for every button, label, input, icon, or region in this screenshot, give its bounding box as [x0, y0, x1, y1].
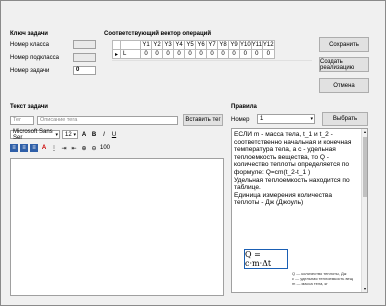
task-text-title: Текст задачи	[10, 104, 48, 110]
scroll-down-icon[interactable]: ▾	[362, 286, 367, 292]
grid-header-8: Y8	[217, 40, 229, 50]
task-key-title: Ключ задачи	[10, 31, 48, 37]
chevron-down-icon: ▾	[55, 132, 58, 138]
rule-text-box[interactable]: ЕСЛИ m - масса тела, t_1 и t_2 - соответ…	[231, 128, 368, 293]
grid-header-2: Y2	[151, 40, 163, 50]
font-name-select[interactable]: Microsoft Sans Ser ▾	[10, 129, 60, 141]
zoom-level: 100	[100, 145, 111, 151]
grid-cell[interactable]: 0	[140, 49, 152, 59]
grid-header-6: Y6	[195, 40, 207, 50]
rule-number-label: Номер	[231, 117, 250, 123]
grid-header-5: Y5	[184, 40, 196, 50]
grid-cell[interactable]: 0	[206, 49, 218, 59]
scroll-thumb[interactable]	[363, 137, 367, 197]
tag-description-input[interactable]: Описание тега	[37, 116, 178, 125]
choose-button[interactable]: Выбрать	[322, 112, 368, 126]
align-right-icon[interactable]: ≡	[30, 144, 38, 152]
subclass-number-field[interactable]	[73, 53, 96, 62]
grid-cell[interactable]: 0	[217, 49, 229, 59]
bullet-list-icon[interactable]: ⋮	[50, 144, 58, 152]
grid-cell[interactable]: 0	[195, 49, 207, 59]
bold-icon[interactable]: B	[90, 131, 98, 139]
align-left-icon[interactable]: ≡	[10, 144, 18, 152]
grid-divider	[112, 60, 312, 61]
grid-cell[interactable]: 0	[173, 49, 185, 59]
zoom-in-icon[interactable]: ⊕	[80, 144, 88, 152]
chevron-down-icon: ▾	[73, 132, 76, 138]
font-color-icon[interactable]: A	[40, 144, 48, 152]
insert-tag-button[interactable]: Вставить тег	[183, 114, 223, 126]
scroll-up-icon[interactable]: ▴	[362, 129, 367, 135]
op-vector-title: Соответствующий вектор операций	[104, 31, 212, 37]
grid-header-12: Y12	[261, 40, 275, 50]
underline-icon[interactable]: U	[110, 131, 118, 139]
save-button[interactable]: Сохранить	[319, 37, 369, 52]
outdent-icon[interactable]: ⇤	[70, 144, 78, 152]
zoom-out-icon[interactable]: ⊖	[90, 144, 98, 152]
grid-cell[interactable]: 0	[184, 49, 196, 59]
grid-header-1: Y1	[140, 40, 152, 50]
grid-cell[interactable]: 0	[250, 49, 263, 59]
indent-icon[interactable]: ⇥	[60, 144, 68, 152]
chevron-down-icon: ▾	[310, 116, 313, 122]
italic-icon[interactable]: I	[100, 131, 108, 139]
grid-header-10: Y10	[239, 40, 252, 50]
class-number-field[interactable]	[73, 40, 96, 49]
cancel-button[interactable]: Отмена	[319, 78, 369, 93]
rule-text-scrollbar[interactable]: ▴ ▾	[361, 129, 367, 292]
grid-header-3: Y3	[162, 40, 174, 50]
create-implementation-button[interactable]: Создать реализацию	[319, 57, 369, 72]
row-marker: ▸	[112, 49, 121, 59]
grid-header-9: Y9	[228, 40, 240, 50]
op-vector-grid[interactable]: Y1 Y2 Y3 Y4 Y5 Y6 Y7 Y8 Y9 Y10 Y11 Y12 ▸ L 00000000…	[112, 40, 275, 59]
grid-header-7: Y7	[206, 40, 218, 50]
grid-cell[interactable]: 0	[151, 49, 163, 59]
formula-box: Q = c·m·Δt	[244, 249, 288, 269]
font-grow-icon[interactable]: A	[80, 131, 88, 139]
task-number-field[interactable]: 0	[73, 66, 96, 75]
grid-cell[interactable]: 0	[239, 49, 252, 59]
rule-number-select[interactable]: 1 ▾	[257, 114, 315, 124]
row-name: L	[120, 49, 141, 59]
rules-title: Правила	[231, 104, 257, 110]
grid-cell[interactable]: 0	[162, 49, 174, 59]
tag-input[interactable]: Тег	[10, 116, 34, 125]
grid-header-11: Y11	[250, 40, 263, 50]
align-center-icon[interactable]: ≡	[20, 144, 28, 152]
class-number-label: Номер класса	[10, 42, 50, 48]
grid-header-4: Y4	[173, 40, 185, 50]
font-size-select[interactable]: 12 ▾	[62, 130, 78, 139]
formula-image: Q = c·m·Δt Q — количество теплоты, Дж c …	[236, 247, 360, 291]
formula-note-3: m — масса тела, кг	[292, 281, 328, 286]
grid-cell[interactable]: 0	[261, 49, 275, 59]
task-text-editor[interactable]	[10, 158, 224, 296]
grid-cell[interactable]: 0	[228, 49, 240, 59]
task-number-label: Номер задачи	[10, 68, 50, 74]
subclass-number-label: Номер подкласса	[10, 55, 59, 61]
rule-text: ЕСЛИ m - масса тела, t_1 и t_2 - соответ…	[234, 131, 352, 207]
